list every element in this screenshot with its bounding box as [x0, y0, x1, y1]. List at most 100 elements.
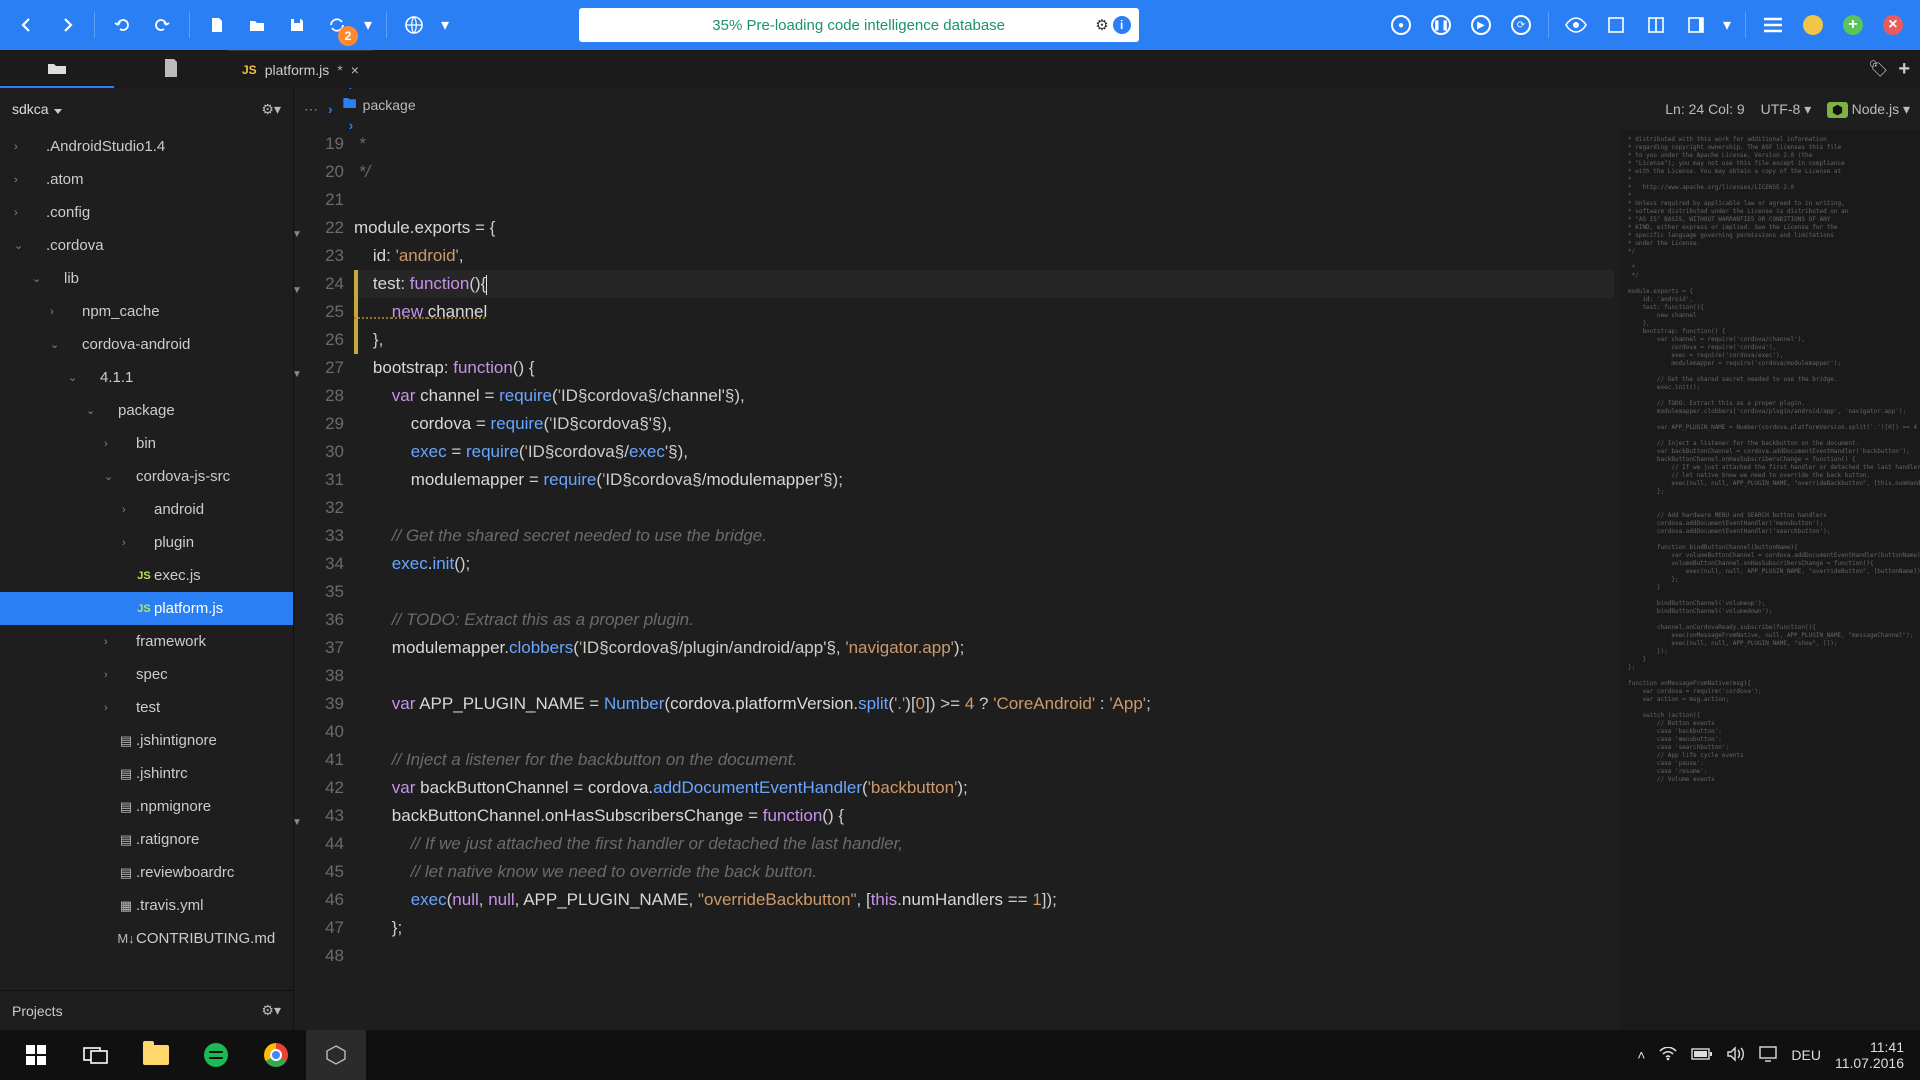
- layout-info-button[interactable]: [1679, 8, 1713, 42]
- breadcrumb-root[interactable]: ⋯: [304, 101, 318, 118]
- tree-item[interactable]: ▤.npmignore: [0, 790, 293, 823]
- breadcrumbs: ⋯ › 🖿 cordova-android›🖿 4.1.1›🖿 package›…: [294, 88, 1920, 130]
- project-selector[interactable]: sdkca: [12, 101, 62, 117]
- notifications-icon[interactable]: [1759, 1046, 1777, 1065]
- save-button[interactable]: [280, 8, 314, 42]
- cursor-position[interactable]: Ln: 24 Col: 9: [1665, 101, 1744, 117]
- chrome-taskbar[interactable]: [246, 1030, 306, 1080]
- layout-single-button[interactable]: [1599, 8, 1633, 42]
- tree-item[interactable]: ⌄cordova-js-src: [0, 460, 293, 493]
- tree-item[interactable]: JSexec.js: [0, 559, 293, 592]
- tree-item[interactable]: ⌄4.1.1: [0, 361, 293, 394]
- tree-item[interactable]: ›npm_cache: [0, 295, 293, 328]
- new-file-button[interactable]: [200, 8, 234, 42]
- keyboard-language[interactable]: DEU: [1791, 1047, 1821, 1063]
- window-close-button[interactable]: ×: [1876, 8, 1910, 42]
- breadcrumb-sep: ›: [322, 101, 339, 117]
- preview-toggle-button[interactable]: [1559, 8, 1593, 42]
- gutter: 192021▼2223▼242526▼272829303132333435363…: [294, 130, 354, 1030]
- js-icon: JS: [242, 63, 257, 77]
- tree-item[interactable]: M↓CONTRIBUTING.md: [0, 922, 293, 955]
- open-file-button[interactable]: [240, 8, 274, 42]
- spotify-taskbar[interactable]: [186, 1030, 246, 1080]
- update-badge: 2: [338, 26, 358, 46]
- new-tab-button[interactable]: +: [1898, 58, 1910, 81]
- file-tab-platform[interactable]: JS platform.js * ×: [228, 50, 373, 88]
- tree-item[interactable]: ▤.ratignore: [0, 823, 293, 856]
- tree-item[interactable]: ⌄package: [0, 394, 293, 427]
- layout-split-button[interactable]: [1639, 8, 1673, 42]
- tray-expand-icon[interactable]: ˄: [1637, 1047, 1645, 1063]
- battery-icon[interactable]: [1691, 1047, 1713, 1063]
- refresh-preview-button[interactable]: ⟳: [1504, 8, 1538, 42]
- encoding-selector[interactable]: UTF-8 ▾: [1761, 101, 1812, 118]
- separator: [189, 12, 190, 38]
- tab-shelf-document[interactable]: [114, 50, 228, 88]
- tree-item[interactable]: ›bin: [0, 427, 293, 460]
- tree-item[interactable]: ›plugin: [0, 526, 293, 559]
- tree-item[interactable]: ⌄lib: [0, 262, 293, 295]
- browser-menu-caret[interactable]: ▾: [437, 8, 453, 42]
- nav-back-button[interactable]: [10, 8, 44, 42]
- redo-button[interactable]: [145, 8, 179, 42]
- record-button[interactable]: ●: [1384, 8, 1418, 42]
- projects-settings-button[interactable]: ⚙▾: [261, 1002, 281, 1019]
- tree-item[interactable]: ⌄cordova-android: [0, 328, 293, 361]
- ide-taskbar[interactable]: [306, 1030, 366, 1080]
- tree-item[interactable]: ›.config: [0, 196, 293, 229]
- sidebar-footer: Projects ⚙▾: [0, 990, 293, 1030]
- status-center: 35% Pre-loading code intelligence databa…: [579, 8, 1139, 42]
- modified-indicator: *: [337, 62, 342, 78]
- tree-item[interactable]: ▤.jshintignore: [0, 724, 293, 757]
- play-button[interactable]: ▶: [1464, 8, 1498, 42]
- gear-icon[interactable]: ⚙: [1095, 16, 1108, 34]
- clock[interactable]: 11:41 11.07.2016: [1835, 1039, 1904, 1071]
- file-tree[interactable]: ›.AndroidStudio1.4›.atom›.config⌄.cordov…: [0, 130, 293, 990]
- tree-item[interactable]: ›.AndroidStudio1.4: [0, 130, 293, 163]
- pause-recording-button[interactable]: ❚❚: [1424, 8, 1458, 42]
- window-maximize-button[interactable]: +: [1836, 8, 1870, 42]
- editor-status: Ln: 24 Col: 9 UTF-8 ▾ ⬢ Node.js ▾: [1665, 101, 1910, 118]
- window-minimize-button[interactable]: [1796, 8, 1830, 42]
- file-explorer-taskbar[interactable]: [126, 1030, 186, 1080]
- project-settings-button[interactable]: ⚙▾: [261, 101, 281, 118]
- tree-item[interactable]: ▦.travis.yml: [0, 889, 293, 922]
- toolbar-right: ● ❚❚ ▶ ⟳ ▾ + ×: [1384, 8, 1910, 42]
- nav-forward-button[interactable]: [50, 8, 84, 42]
- layout-menu-caret[interactable]: ▾: [1719, 8, 1735, 42]
- volume-icon[interactable]: [1727, 1046, 1745, 1065]
- breadcrumb-seg[interactable]: 🖿 package: [343, 93, 464, 117]
- start-button[interactable]: [6, 1030, 66, 1080]
- tree-item[interactable]: ›test: [0, 691, 293, 724]
- menu-button[interactable]: [1756, 8, 1790, 42]
- tree-item[interactable]: ›android: [0, 493, 293, 526]
- tree-item[interactable]: ⌄.cordova: [0, 229, 293, 262]
- sync-button[interactable]: 2: [320, 8, 354, 42]
- minimap[interactable]: * distributed with this work for additio…: [1620, 130, 1920, 1030]
- info-badge-icon[interactable]: i: [1113, 16, 1131, 34]
- browser-preview-button[interactable]: [397, 8, 431, 42]
- tree-item[interactable]: ›.atom: [0, 163, 293, 196]
- tree-item[interactable]: ▤.reviewboardrc: [0, 856, 293, 889]
- sidebar-header: sdkca ⚙▾: [0, 88, 293, 130]
- windows-taskbar: ˄ DEU 11:41 11.07.2016: [0, 1030, 1920, 1080]
- tree-item[interactable]: ›framework: [0, 625, 293, 658]
- notification-icon[interactable]: 🏷: [1868, 59, 1888, 79]
- wifi-icon[interactable]: [1659, 1047, 1677, 1064]
- tab-shelf-files[interactable]: [0, 50, 114, 88]
- projects-label[interactable]: Projects: [12, 1003, 63, 1019]
- tree-item[interactable]: ›spec: [0, 658, 293, 691]
- tree-item[interactable]: ▤.jshintrc: [0, 757, 293, 790]
- undo-button[interactable]: [105, 8, 139, 42]
- file-tab-name: platform.js: [265, 62, 330, 78]
- separator: [1548, 12, 1549, 38]
- tree-item[interactable]: JSplatform.js: [0, 592, 293, 625]
- close-tab-button[interactable]: ×: [351, 62, 359, 78]
- sync-menu-caret[interactable]: ▾: [360, 8, 376, 42]
- status-text: 35% Pre-loading code intelligence databa…: [712, 17, 1005, 34]
- task-view-button[interactable]: [66, 1030, 126, 1080]
- code-editor[interactable]: 192021▼2223▼242526▼272829303132333435363…: [294, 130, 1920, 1030]
- code-area[interactable]: * */module.exports = { id: 'android', te…: [354, 130, 1620, 1030]
- main: sdkca ⚙▾ ›.AndroidStudio1.4›.atom›.confi…: [0, 88, 1920, 1030]
- language-selector[interactable]: ⬢ Node.js ▾: [1827, 101, 1910, 118]
